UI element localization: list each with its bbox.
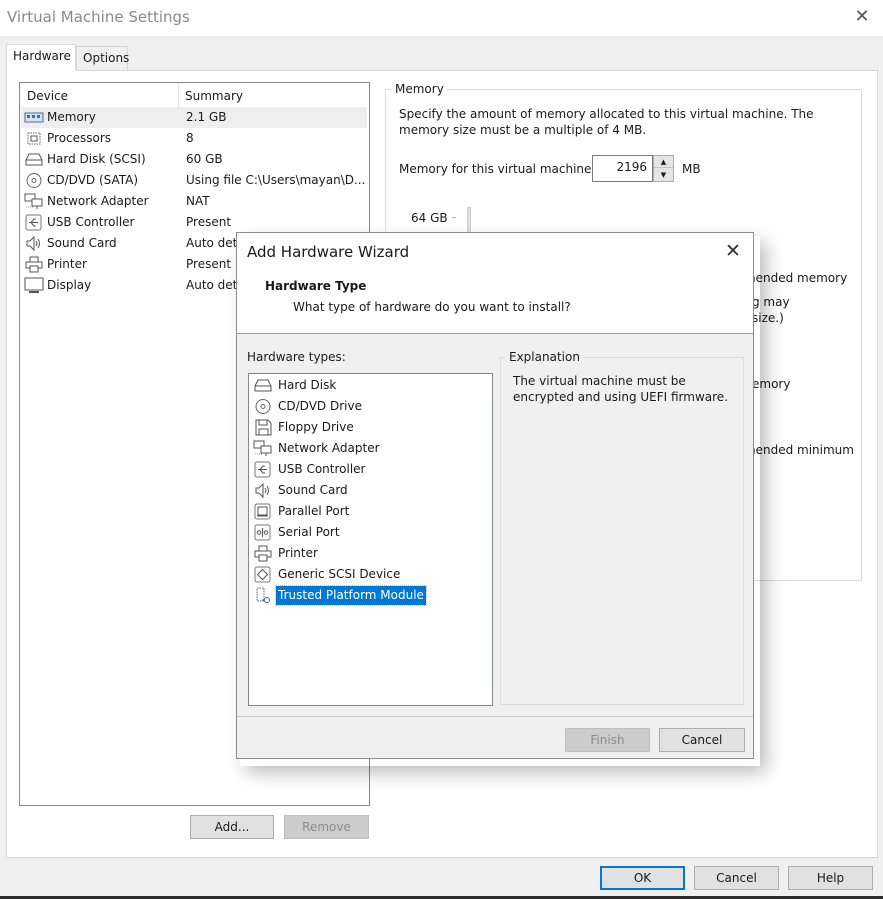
hard-disk-icon (24, 151, 44, 168)
close-icon[interactable]: ✕ (722, 240, 744, 262)
hardware-type-label: Serial Port (278, 525, 340, 539)
spin-up-icon[interactable]: ▲ (654, 156, 673, 168)
tpm-icon (253, 587, 273, 604)
tab-hardware[interactable]: Hardware (6, 44, 76, 71)
cd-dvd-icon (253, 398, 273, 415)
parallel-port-icon (253, 503, 273, 520)
device-row-hard-disk-scsi[interactable]: Hard Disk (SCSI) 60 GB (21, 149, 367, 170)
memory-icon (24, 109, 44, 126)
hardware-type-label: Generic SCSI Device (278, 567, 401, 581)
usb-icon (24, 214, 44, 231)
device-name: Hard Disk (SCSI) (47, 152, 146, 166)
device-summary: NAT (186, 194, 210, 208)
sound-icon (253, 482, 273, 499)
recommended-memory-text: nended memory (748, 271, 848, 285)
spin-down-icon[interactable]: ▼ (654, 169, 673, 181)
hardware-type-label: Hard Disk (278, 378, 337, 392)
sound-icon (24, 235, 44, 252)
hardware-type-label: Trusted Platform Module (275, 585, 427, 606)
explanation-group (500, 357, 744, 705)
hardware-types-label: Hardware types: (247, 350, 346, 364)
cancel-button[interactable]: Cancel (694, 866, 779, 890)
hard-disk-icon (253, 377, 273, 394)
processor-icon (24, 130, 44, 147)
hardware-types-list[interactable]: Hard Disk CD/DVD Drive Floppy Drive Network… (248, 373, 493, 706)
scale-tick (452, 217, 456, 218)
hardware-type-label: Parallel Port (278, 504, 350, 518)
hardware-type-label: CD/DVD Drive (278, 399, 362, 413)
window-title: Virtual Machine Settings (7, 8, 190, 26)
wizard-cancel-button[interactable]: Cancel (659, 728, 745, 752)
cd-dvd-icon (24, 172, 44, 189)
device-name: Network Adapter (47, 194, 149, 208)
column-header-device[interactable]: Device (27, 89, 68, 103)
hardware-type-label: USB Controller (278, 462, 366, 476)
help-button[interactable]: Help (788, 866, 873, 890)
memory-scale-max-label: 64 GB (411, 211, 448, 225)
printer-icon (253, 545, 273, 562)
usb-icon (253, 461, 273, 478)
remove-button[interactable]: Remove (284, 815, 369, 839)
memory-field-label: Memory for this virtual machine: (399, 162, 596, 176)
memory-description: Specify the amount of memory allocated t… (399, 107, 814, 137)
floppy-icon (253, 419, 273, 436)
device-name: Processors (47, 131, 112, 145)
finish-button[interactable]: Finish (565, 728, 650, 752)
network-adapter-icon (24, 193, 44, 210)
serial-port-icon (253, 524, 273, 541)
device-row-network-adapter[interactable]: Network Adapter NAT (21, 191, 367, 212)
device-row-processors[interactable]: Processors 8 (21, 128, 367, 149)
device-summary: Present (186, 215, 232, 229)
memory-unit: MB (682, 162, 701, 176)
printer-icon (24, 256, 44, 273)
device-name: USB Controller (47, 215, 135, 229)
device-summary: Present (186, 257, 232, 271)
recommended-minimum-text: nended minimum (748, 443, 854, 457)
display-icon (24, 277, 44, 294)
device-summary: 8 (186, 131, 194, 145)
memory-stepper[interactable]: ▲ ▼ (653, 155, 674, 182)
close-icon[interactable]: ✕ (852, 6, 872, 28)
device-row-memory[interactable]: Memory 2.1 GB (21, 107, 367, 128)
memory-input[interactable]: 2196 (592, 155, 653, 182)
device-row-usb-controller[interactable]: USB Controller Present (21, 212, 367, 233)
divider (237, 716, 753, 717)
wizard-title: Add Hardware Wizard (247, 243, 410, 261)
device-name: Sound Card (47, 236, 117, 250)
wizard-heading: Hardware Type (265, 279, 367, 293)
device-name: Display (47, 278, 92, 292)
device-row-cd-dvd-sata[interactable]: CD/DVD (SATA) Using file C:\Users\mayan\D… (21, 170, 367, 191)
explanation-text: The virtual machine must be encrypted an… (513, 374, 729, 404)
explanation-label: Explanation (505, 350, 584, 364)
hardware-type-label: Sound Card (278, 483, 348, 497)
add-button[interactable]: Add... (190, 815, 274, 839)
tab-options[interactable]: Options (76, 46, 129, 70)
device-name: Printer (47, 257, 87, 271)
device-name: Memory (47, 110, 96, 124)
device-summary: 2.1 GB (186, 110, 227, 124)
column-separator[interactable] (178, 83, 179, 107)
hardware-type-label: Printer (278, 546, 318, 560)
device-name: CD/DVD (SATA) (47, 173, 139, 187)
network-adapter-icon (253, 440, 273, 457)
ok-button[interactable]: OK (600, 866, 685, 890)
column-header-summary[interactable]: Summary (185, 89, 243, 103)
scsi-device-icon (253, 566, 273, 583)
device-summary: Using file C:\Users\mayan\D... (186, 173, 366, 187)
device-summary: 60 GB (186, 152, 223, 166)
add-hardware-wizard: Add Hardware Wizard ✕ Hardware Type What… (236, 232, 754, 759)
hardware-type-label: Floppy Drive (278, 420, 354, 434)
memory-group-label: Memory (392, 82, 447, 96)
hardware-type-label: Network Adapter (278, 441, 380, 455)
wizard-subheading: What type of hardware do you want to ins… (293, 300, 571, 314)
